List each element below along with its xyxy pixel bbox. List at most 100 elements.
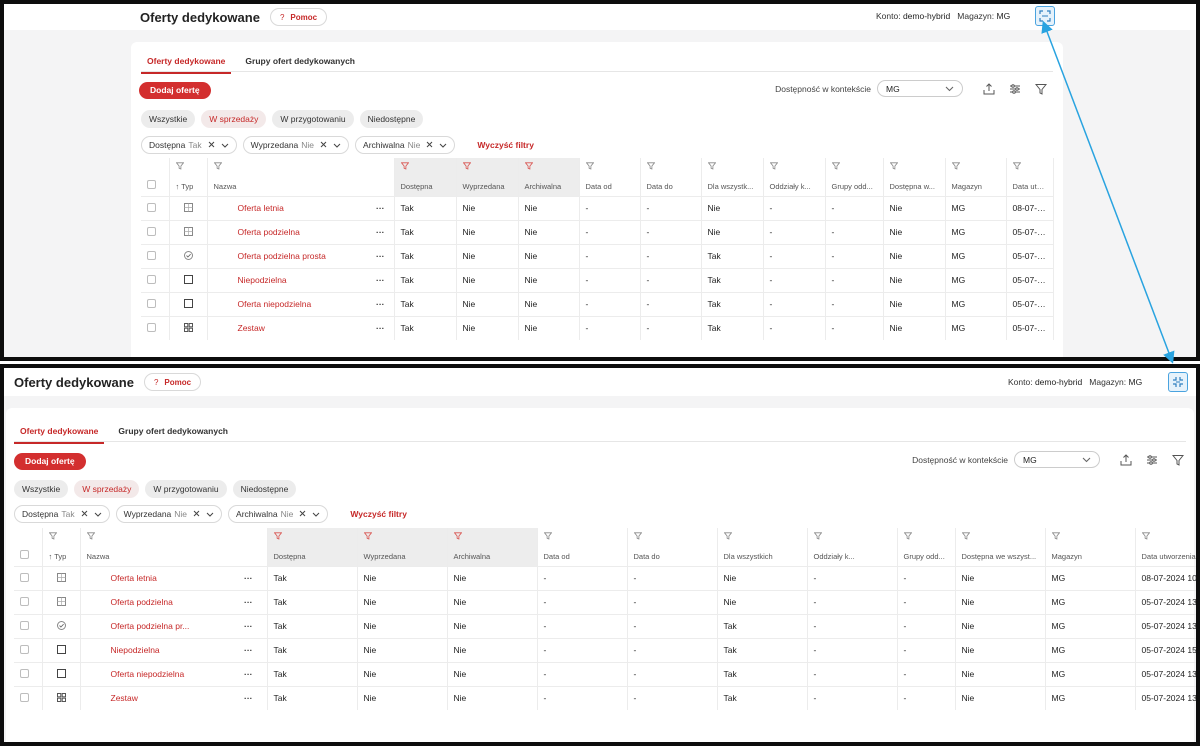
status-chip-3[interactable]: Niedostępne [232,480,297,498]
more-options-icon[interactable]: ··· [367,219,395,244]
filter-icon[interactable] [394,158,457,176]
table-row[interactable]: Oferta podzielna pr... ··· Tak Nie Nie - - Tak -… [14,613,1196,638]
chevron-down-icon[interactable] [94,509,102,519]
col-header[interactable]: Data od [537,546,628,566]
offer-name-link[interactable]: Oferta podzielna prosta [207,243,367,268]
col-header[interactable]: Wyprzedana [357,546,448,566]
status-chip-2[interactable]: W przygotowaniu [272,110,354,128]
col-header[interactable]: Archiwalna [447,546,538,566]
col-header[interactable]: Wyprzedana [456,176,519,196]
col-header[interactable]: Data od [579,176,641,196]
filter-icon[interactable] [897,528,956,546]
close-icon[interactable] [299,509,306,519]
more-options-icon[interactable]: ··· [230,661,268,686]
table-row[interactable]: Oferta podzielna ··· Tak Nie Nie - - Nie - - Nie MG… [14,589,1196,614]
filter-icon[interactable] [42,528,81,546]
col-header[interactable]: Oddziały k... [763,176,826,196]
filter-icon[interactable] [357,528,448,546]
more-options-icon[interactable]: ··· [367,195,395,220]
settings-sliders-icon[interactable] [1009,83,1021,95]
table-row[interactable]: Oferta podzielna prosta ··· Tak Nie Nie - - Tak… [141,243,1054,268]
col-header[interactable]: Dostępna [394,176,457,196]
offer-name-link[interactable]: Oferta niepodzielna [80,661,230,686]
table-row[interactable]: Zestaw ··· Tak Nie Nie - - Tak - - Nie MG 05-07-2024… [14,685,1196,710]
offer-name-link[interactable]: Zestaw [80,685,230,710]
offer-name-link[interactable]: Oferta letnia [80,565,230,590]
filter-icon[interactable] [1035,83,1047,95]
filter-icon[interactable] [1135,528,1196,546]
offer-name-link[interactable]: Niepodzielna [207,267,367,292]
add-offer-button[interactable]: Dodaj ofertę [14,452,86,470]
col-header[interactable]: Data utworz... [1006,176,1054,196]
offer-name-link[interactable]: Oferta niepodzielna [207,291,367,316]
filter-icon[interactable] [80,528,268,546]
table-row[interactable]: Oferta letnia ··· Tak Nie Nie - - Nie - - Nie MG 08-… [14,565,1196,590]
filter-icon[interactable] [945,158,1007,176]
chevron-down-icon[interactable] [206,509,214,519]
more-options-icon[interactable]: ··· [230,565,268,590]
row-checkbox[interactable] [141,267,170,292]
col-header[interactable]: Dostępna w... [883,176,946,196]
col-header[interactable]: Archiwalna [518,176,580,196]
col-header[interactable]: Grupy odd... [897,546,956,566]
clear-filters-link[interactable]: Wyczyść filtry [477,140,534,150]
col-header-typ[interactable]: ↑ Typ [42,546,81,566]
filter-chip-1[interactable]: Wyprzedana Nie [115,505,223,523]
chevron-down-icon[interactable] [312,509,320,519]
filter-icon[interactable] [640,158,702,176]
filter-icon[interactable] [537,528,628,546]
row-checkbox[interactable] [141,195,170,220]
table-row[interactable]: Niepodzielna ··· Tak Nie Nie - - Tak - - Nie MG 05-0… [14,637,1196,662]
col-header[interactable]: Dla wszystk... [701,176,764,196]
table-row[interactable]: Niepodzielna ··· Tak Nie Nie - - Tak - - Nie MG 05-0… [141,267,1054,292]
more-options-icon[interactable]: ··· [367,243,395,268]
table-row[interactable]: Oferta niepodzielna ··· Tak Nie Nie - - Tak - - Ni… [141,291,1054,316]
row-checkbox[interactable] [14,685,43,710]
export-icon[interactable] [1120,453,1132,466]
offer-name-link[interactable]: Oferta podzielna [80,589,230,614]
context-select[interactable]: MG [877,80,963,97]
col-header[interactable]: Data utworzenia [1135,546,1196,566]
table-row[interactable]: Oferta letnia ··· Tak Nie Nie - - Nie - - Nie MG 08-… [141,195,1054,220]
status-chip-0[interactable]: Wszystkie [14,480,69,498]
row-checkbox[interactable] [14,589,43,614]
row-checkbox[interactable] [141,219,170,244]
tab-1[interactable]: Grupy ofert dedykowanych [112,422,234,444]
filter-chip-1[interactable]: Wyprzedana Nie [242,136,350,154]
filter-icon[interactable] [456,158,519,176]
close-icon[interactable] [208,140,215,150]
filter-icon[interactable] [763,158,826,176]
col-header[interactable]: Magazyn [1045,546,1136,566]
offer-name-link[interactable]: Niepodzielna [80,637,230,662]
filter-icon[interactable] [825,158,884,176]
close-icon[interactable] [81,509,88,519]
help-button[interactable]: ? Pomoc [143,373,202,391]
row-checkbox[interactable] [14,613,43,638]
tab-0[interactable]: Oferty dedykowane [14,422,105,444]
export-icon[interactable] [983,82,995,95]
select-all-checkbox[interactable] [14,546,43,566]
filter-icon[interactable] [1045,528,1136,546]
filter-icon[interactable] [267,528,358,546]
row-checkbox[interactable] [14,637,43,662]
table-row[interactable]: Zestaw ··· Tak Nie Nie - - Tak - - Nie MG 05-07-20..… [141,315,1054,340]
row-checkbox[interactable] [14,661,43,686]
filter-icon[interactable] [807,528,898,546]
more-options-icon[interactable]: ··· [230,685,268,710]
more-options-icon[interactable]: ··· [230,613,268,638]
close-icon[interactable] [193,509,200,519]
offer-name-link[interactable]: Oferta letnia [207,195,367,220]
settings-sliders-icon[interactable] [1146,454,1158,466]
col-header[interactable]: Dostępna we wszyst... [955,546,1046,566]
chevron-down-icon[interactable] [439,140,447,150]
context-select[interactable]: MG [1014,451,1100,468]
col-header[interactable]: Data do [627,546,718,566]
filter-icon[interactable] [701,158,764,176]
status-chip-1[interactable]: W sprzedaży [74,480,140,498]
select-all-checkbox[interactable] [141,176,170,196]
filter-icon[interactable] [169,158,208,176]
filter-chip-0[interactable]: Dostępna Tak [141,136,237,154]
tab-1[interactable]: Grupy ofert dedykowanych [239,52,361,74]
add-offer-button[interactable]: Dodaj ofertę [139,81,211,99]
row-checkbox[interactable] [14,565,43,590]
